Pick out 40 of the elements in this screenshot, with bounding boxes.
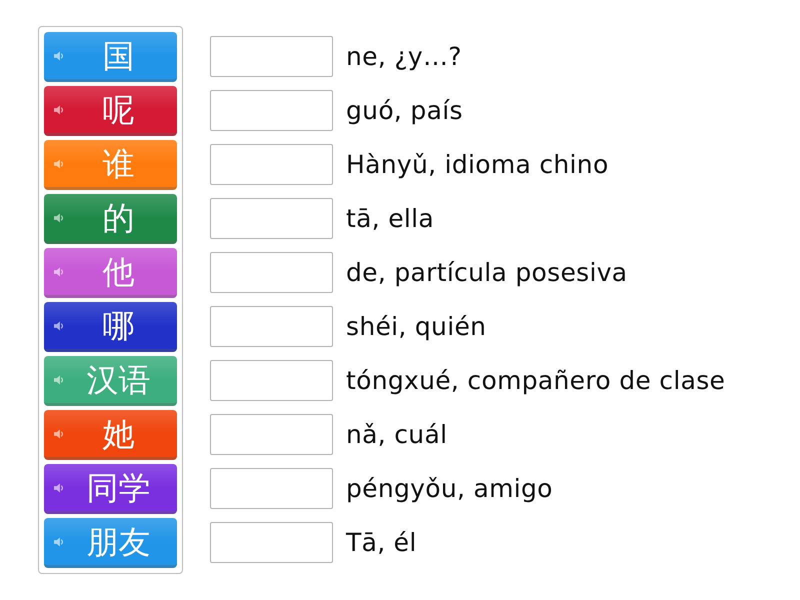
word-tile[interactable]: 国 <box>44 32 177 82</box>
answer-box[interactable] <box>210 360 333 401</box>
speaker-icon[interactable] <box>54 536 64 546</box>
definition-text: ne, ¿y…? <box>346 40 462 73</box>
speaker-icon[interactable] <box>54 374 64 384</box>
definition-text: de, partícula posesiva <box>346 256 628 289</box>
word-tile[interactable]: 谁 <box>44 140 177 190</box>
definition-text: shéi, quién <box>346 310 486 343</box>
speaker-icon[interactable] <box>54 104 64 114</box>
word-tile[interactable]: 朋友 <box>44 518 177 568</box>
definition-text: péngyǒu, amigo <box>346 472 553 505</box>
answer-box[interactable] <box>210 522 333 563</box>
speaker-icon[interactable] <box>54 212 64 222</box>
definition-text: tā, ella <box>346 202 434 235</box>
word-tile[interactable]: 的 <box>44 194 177 244</box>
answer-box[interactable] <box>210 90 333 131</box>
word-tile[interactable]: 同学 <box>44 464 177 514</box>
answer-box[interactable] <box>210 144 333 185</box>
word-tile[interactable]: 她 <box>44 410 177 460</box>
answer-box[interactable] <box>210 252 333 293</box>
word-tile[interactable]: 呢 <box>44 86 177 136</box>
definition-text: Tā, él <box>346 526 417 559</box>
word-tile[interactable]: 汉语 <box>44 356 177 406</box>
definition-text: tóngxué, compañero de clase <box>346 364 726 397</box>
answer-box[interactable] <box>210 36 333 77</box>
speaker-icon[interactable] <box>54 158 64 168</box>
speaker-icon[interactable] <box>54 428 64 438</box>
definition-text: Hànyǔ, idioma chino <box>346 148 609 181</box>
answer-box[interactable] <box>210 198 333 239</box>
answer-box[interactable] <box>210 306 333 347</box>
word-tile[interactable]: 哪 <box>44 302 177 352</box>
answer-box[interactable] <box>210 468 333 509</box>
answer-box[interactable] <box>210 414 333 455</box>
speaker-icon[interactable] <box>54 482 64 492</box>
word-tile[interactable]: 他 <box>44 248 177 298</box>
speaker-icon[interactable] <box>54 320 64 330</box>
speaker-icon[interactable] <box>54 50 64 60</box>
speaker-icon[interactable] <box>54 266 64 276</box>
definition-text: guó, país <box>346 94 463 127</box>
definition-text: nǎ, cuál <box>346 418 448 451</box>
